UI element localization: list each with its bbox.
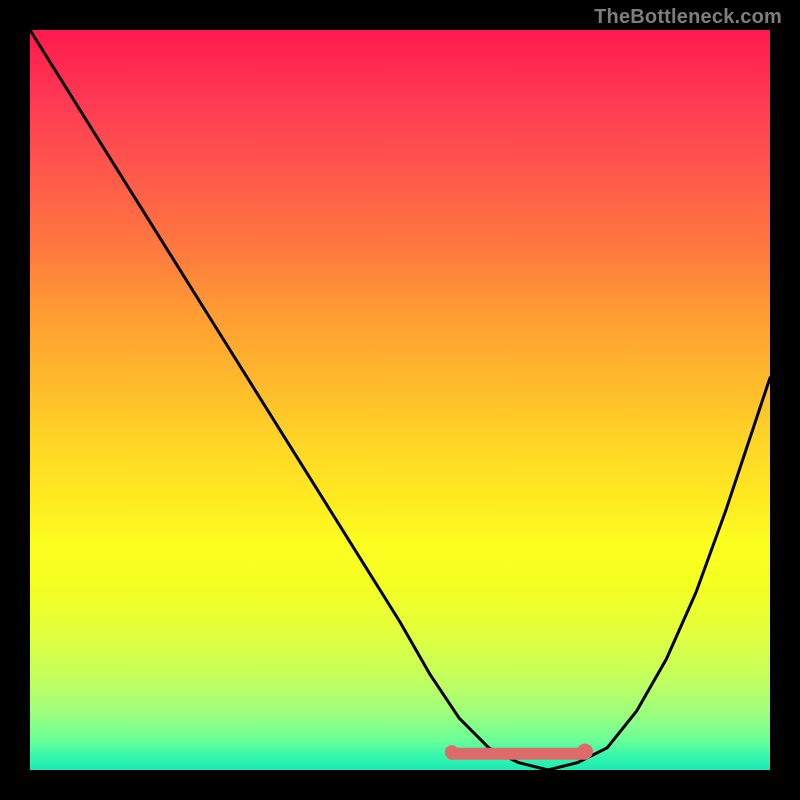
right-dot xyxy=(577,744,593,760)
left-dot xyxy=(445,745,459,759)
plot-area xyxy=(30,30,770,770)
bottleneck-curve xyxy=(30,30,770,770)
curve-svg xyxy=(30,30,770,770)
chart-frame: TheBottleneck.com xyxy=(0,0,800,800)
watermark-text: TheBottleneck.com xyxy=(594,6,782,29)
